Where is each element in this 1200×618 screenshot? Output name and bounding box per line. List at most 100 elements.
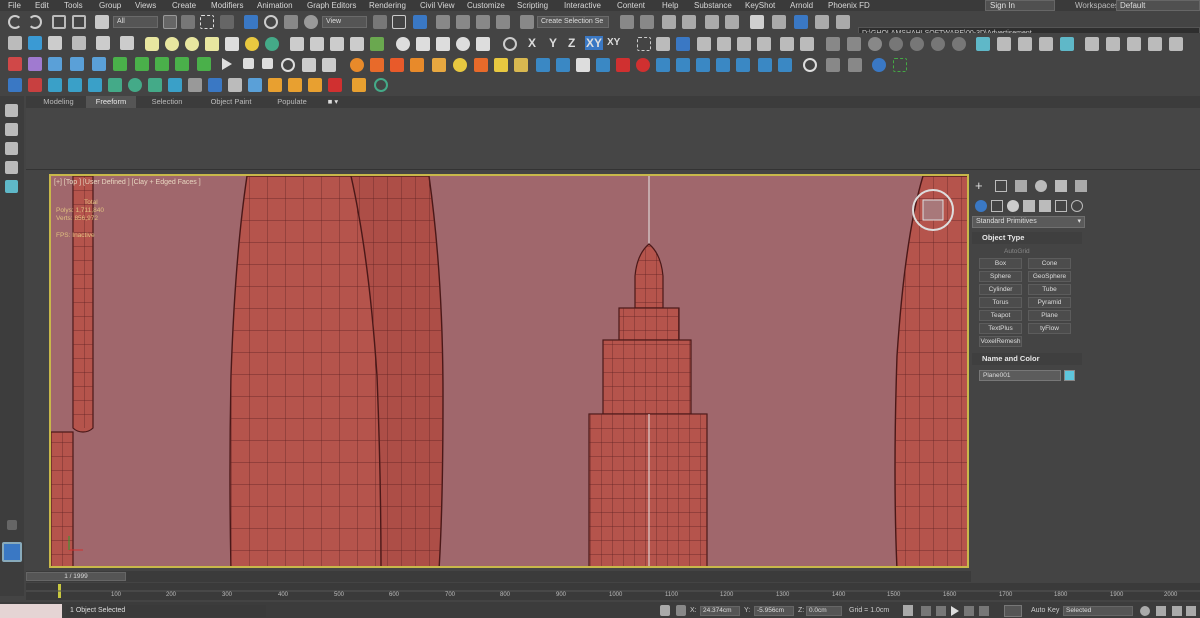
liquid-grid-icon[interactable] — [556, 58, 570, 72]
force-green-icon[interactable] — [155, 57, 169, 71]
zoom-icon[interactable] — [1140, 606, 1150, 616]
sphere-blue-icon[interactable] — [8, 78, 22, 92]
selection-filter-dropdown[interactable]: All — [113, 16, 158, 28]
undo-icon[interactable] — [8, 15, 22, 29]
flame-icon[interactable] — [474, 58, 488, 72]
motion-tab-icon[interactable] — [1035, 180, 1047, 192]
menu-edit[interactable]: Edit — [35, 0, 49, 11]
hierarchy-icon[interactable] — [5, 123, 18, 136]
menu-file[interactable]: File — [8, 0, 21, 11]
snap-midpoint-icon[interactable] — [697, 37, 711, 51]
material-dots-icon[interactable] — [416, 37, 430, 51]
menu-create[interactable]: Create — [172, 0, 196, 11]
tool-orange-3-icon[interactable] — [308, 78, 322, 92]
sphere-dark-2-icon[interactable] — [889, 37, 903, 51]
tool-orange-icon[interactable] — [268, 78, 282, 92]
mirror-icon[interactable] — [620, 15, 634, 29]
ocean-2-icon[interactable] — [676, 58, 690, 72]
liquid-red-2-icon[interactable] — [636, 58, 650, 72]
help-green-icon[interactable] — [374, 78, 388, 92]
liquid-red-icon[interactable] — [616, 58, 630, 72]
arrows-up-icon[interactable] — [1127, 37, 1141, 51]
tool-orange-2-icon[interactable] — [288, 78, 302, 92]
align-icon[interactable] — [640, 15, 654, 29]
window-icon[interactable] — [228, 78, 242, 92]
menu-arnold[interactable]: Arnold — [790, 0, 813, 11]
light-bulb-blue-icon[interactable] — [48, 57, 62, 71]
paint-brush-icon[interactable] — [997, 37, 1011, 51]
ambient-light-icon[interactable] — [265, 37, 279, 51]
axis-x-button[interactable]: X — [528, 36, 536, 50]
keyboard-shortcut-override-icon[interactable] — [413, 15, 427, 29]
column-far-left[interactable] — [51, 431, 74, 568]
edit-named-selection-icon[interactable] — [520, 15, 534, 29]
arrows-right-icon[interactable] — [1106, 37, 1120, 51]
render-setup-icon[interactable] — [772, 15, 786, 29]
placement-icon[interactable] — [304, 15, 318, 29]
eye-dropper-icon[interactable] — [1060, 37, 1074, 51]
textplus-button[interactable]: TextPlus — [979, 323, 1022, 334]
tab-modeling[interactable]: Modeling — [31, 96, 86, 108]
ocean-3-icon[interactable] — [696, 58, 710, 72]
utilities-tab-icon[interactable] — [1075, 180, 1087, 192]
fire-effect-icon[interactable] — [432, 58, 446, 72]
reference-coordinate-dropdown[interactable]: View — [322, 16, 367, 28]
space-warps-icon[interactable] — [1055, 200, 1067, 212]
selection-lock-icon[interactable] — [660, 605, 670, 616]
go-to-end-icon[interactable] — [979, 606, 989, 616]
liquid-bucket-icon[interactable] — [576, 58, 590, 72]
name-color-rollout-header[interactable]: Name and Color — [972, 353, 1082, 365]
record-icon[interactable] — [262, 58, 273, 69]
vortex-green-icon[interactable] — [175, 57, 189, 71]
export-icon[interactable] — [302, 58, 316, 72]
menu-phoenix-fd[interactable]: Phoenix FD — [828, 0, 870, 11]
cameras-icon[interactable] — [1023, 200, 1035, 212]
mesh-light-icon[interactable] — [205, 37, 219, 51]
geometry-icon[interactable] — [975, 200, 987, 212]
pyramid-button[interactable]: Pyramid — [1028, 297, 1071, 308]
track-bar[interactable]: 100 200 300 400 500 600 700 800 900 1000… — [26, 583, 1200, 600]
render-cyan-icon[interactable] — [168, 78, 182, 92]
toggle-scene-explorer-icon[interactable] — [662, 15, 676, 29]
waves-icon[interactable] — [736, 58, 750, 72]
primitive-category-dropdown[interactable]: Standard Primitives ▾ — [972, 216, 1085, 228]
display-icon[interactable] — [5, 161, 18, 174]
ship-icon[interactable] — [758, 58, 772, 72]
help-circle-icon[interactable] — [503, 37, 517, 51]
menu-views[interactable]: Views — [135, 0, 156, 11]
menu-graph-editors[interactable]: Graph Editors — [307, 0, 356, 11]
tree-icon[interactable] — [108, 78, 122, 92]
menu-customize[interactable]: Customize — [467, 0, 505, 11]
light-icon[interactable] — [96, 36, 110, 50]
cylinder-button[interactable]: Cylinder — [979, 284, 1022, 295]
ocean-icon[interactable] — [656, 58, 670, 72]
modify-tab-icon[interactable] — [995, 180, 1007, 192]
proxy-icon[interactable] — [290, 37, 304, 51]
axis-xy-button[interactable]: XY — [585, 36, 604, 50]
object-name-field[interactable]: Plane001 — [979, 370, 1061, 381]
camera-blue-icon[interactable] — [70, 57, 84, 71]
bulb-cyan-icon[interactable] — [68, 78, 82, 92]
ribbon-options-icon[interactable]: ■ ▾ — [324, 96, 342, 108]
sphere-dark-3-icon[interactable] — [910, 37, 924, 51]
set-key-icon[interactable] — [1004, 605, 1022, 617]
snaps-toggle-icon[interactable] — [436, 15, 450, 29]
lights-icon[interactable] — [1007, 200, 1019, 212]
spot-cyan-icon[interactable] — [88, 78, 102, 92]
grid-dots-icon[interactable] — [826, 58, 840, 72]
move-green-icon[interactable] — [135, 57, 149, 71]
bottle-center-tiered[interactable] — [588, 176, 708, 568]
menu-help[interactable]: Help — [662, 0, 678, 11]
menu-content[interactable]: Content — [617, 0, 645, 11]
axis-y-button[interactable]: Y — [549, 36, 557, 50]
render-activeshade-icon[interactable] — [836, 15, 850, 29]
light-cyan-icon[interactable] — [48, 78, 62, 92]
tab-freeform[interactable]: Freeform — [86, 96, 136, 108]
pan-icon[interactable] — [1172, 606, 1182, 616]
percent-snap-icon[interactable] — [476, 15, 490, 29]
axis-xy-cycle-button[interactable]: XY — [607, 36, 620, 50]
hierarchy-tab-icon[interactable] — [1015, 180, 1027, 192]
grid-icon[interactable] — [188, 78, 202, 92]
liquid-source-icon[interactable] — [536, 58, 550, 72]
create-tab-icon[interactable]: + — [975, 179, 987, 192]
